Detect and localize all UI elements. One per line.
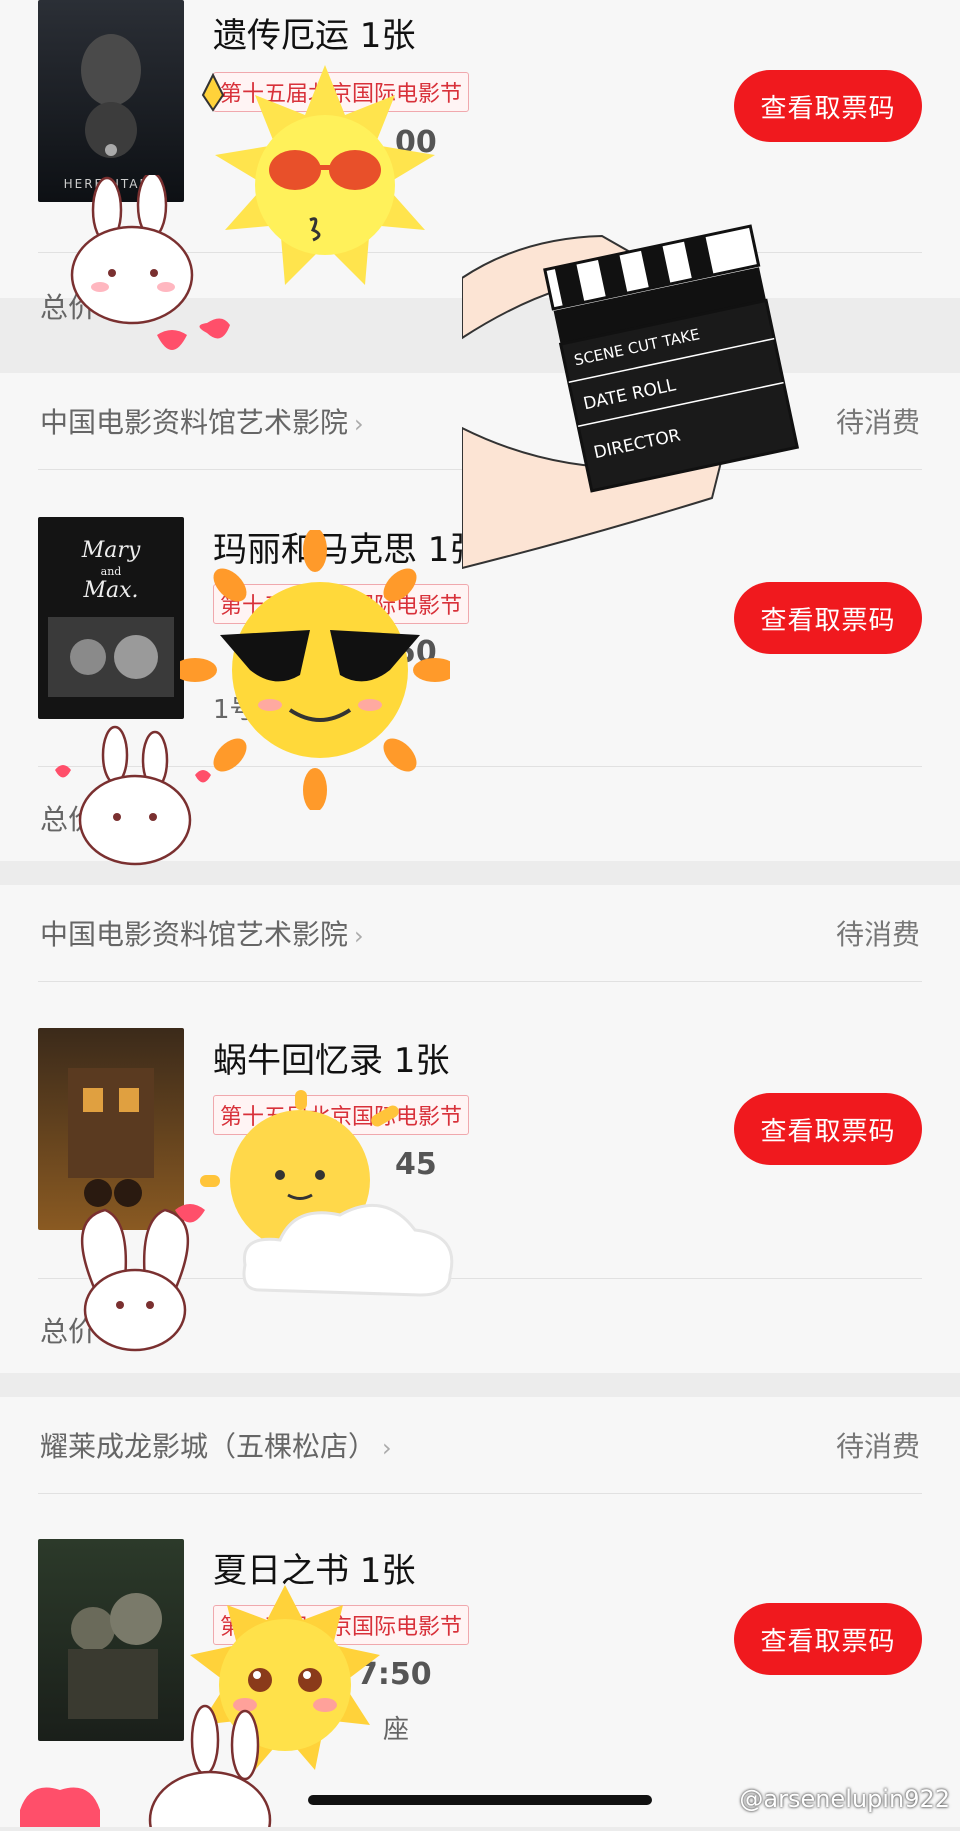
clapperboard-sticker: SCENE CUT TAKE DATE ROLL DIRECTOR (461, 168, 842, 622)
svg-text:Max.: Max. (82, 578, 138, 603)
order-status: 待消费 (835, 406, 920, 439)
sun-cloud-sticker (200, 1090, 470, 1314)
bunny-icon (20, 1704, 272, 1831)
home-indicator (308, 1795, 652, 1805)
view-ticket-code-button[interactable]: 查看取票码 (734, 1603, 922, 1675)
cinema-name[interactable]: 中国电影资料馆艺术影院 › (40, 401, 364, 441)
order-status: 待消费 (835, 918, 920, 951)
chevron-right-icon: › (382, 1434, 392, 1462)
movie-title: 蜗牛回忆录 1张 (213, 1041, 450, 1081)
order-status: 待消费 (835, 1430, 920, 1463)
view-ticket-code-button[interactable]: 查看取票码 (734, 70, 922, 142)
chevron-right-icon: › (354, 410, 364, 438)
poster-art-mary-and-max: Mary and Max. (48, 538, 174, 697)
poster-art-hereditary: HEREDITARY (64, 34, 156, 191)
clapperboard-icon: SCENE CUT TAKE DATE ROLL DIRECTOR (461, 224, 800, 570)
cinema-name[interactable]: 中国电影资料馆艺术影院 › (40, 913, 364, 953)
sun-cloud-icon (200, 1090, 454, 1297)
bunny-sticker (20, 1700, 280, 1831)
sun-black-sunglasses-icon (173, 528, 457, 812)
movie-title: 遗传厄运 1张 (213, 16, 416, 56)
sun-black-sunglasses-sticker (173, 528, 457, 814)
bunny-icon (80, 1204, 205, 1352)
bunny-icon (55, 725, 211, 866)
cinema-row[interactable]: 耀莱成龙影城（五棵松店） › 待消费 (0, 1397, 960, 1489)
bunny-sticker (55, 1190, 215, 1364)
cinema-row[interactable]: 中国电影资料馆艺术影院 › 待消费 (0, 885, 960, 977)
watermark: @arsenelupin922 (739, 1785, 950, 1813)
svg-text:and: and (101, 565, 122, 578)
svg-text:Mary: Mary (81, 538, 141, 563)
bunny-sticker (62, 171, 242, 374)
bunny-icon (70, 171, 230, 350)
movie-poster[interactable]: HEREDITARY (38, 0, 184, 202)
chevron-right-icon: › (354, 922, 364, 950)
movie-poster[interactable]: Mary and Max. (38, 517, 184, 719)
cinema-name[interactable]: 耀莱成龙影城（五棵松店） › (40, 1425, 392, 1465)
view-ticket-code-button[interactable]: 查看取票码 (734, 1093, 922, 1165)
bunny-sticker (45, 725, 215, 889)
seat-info: 座 (383, 1715, 410, 1745)
